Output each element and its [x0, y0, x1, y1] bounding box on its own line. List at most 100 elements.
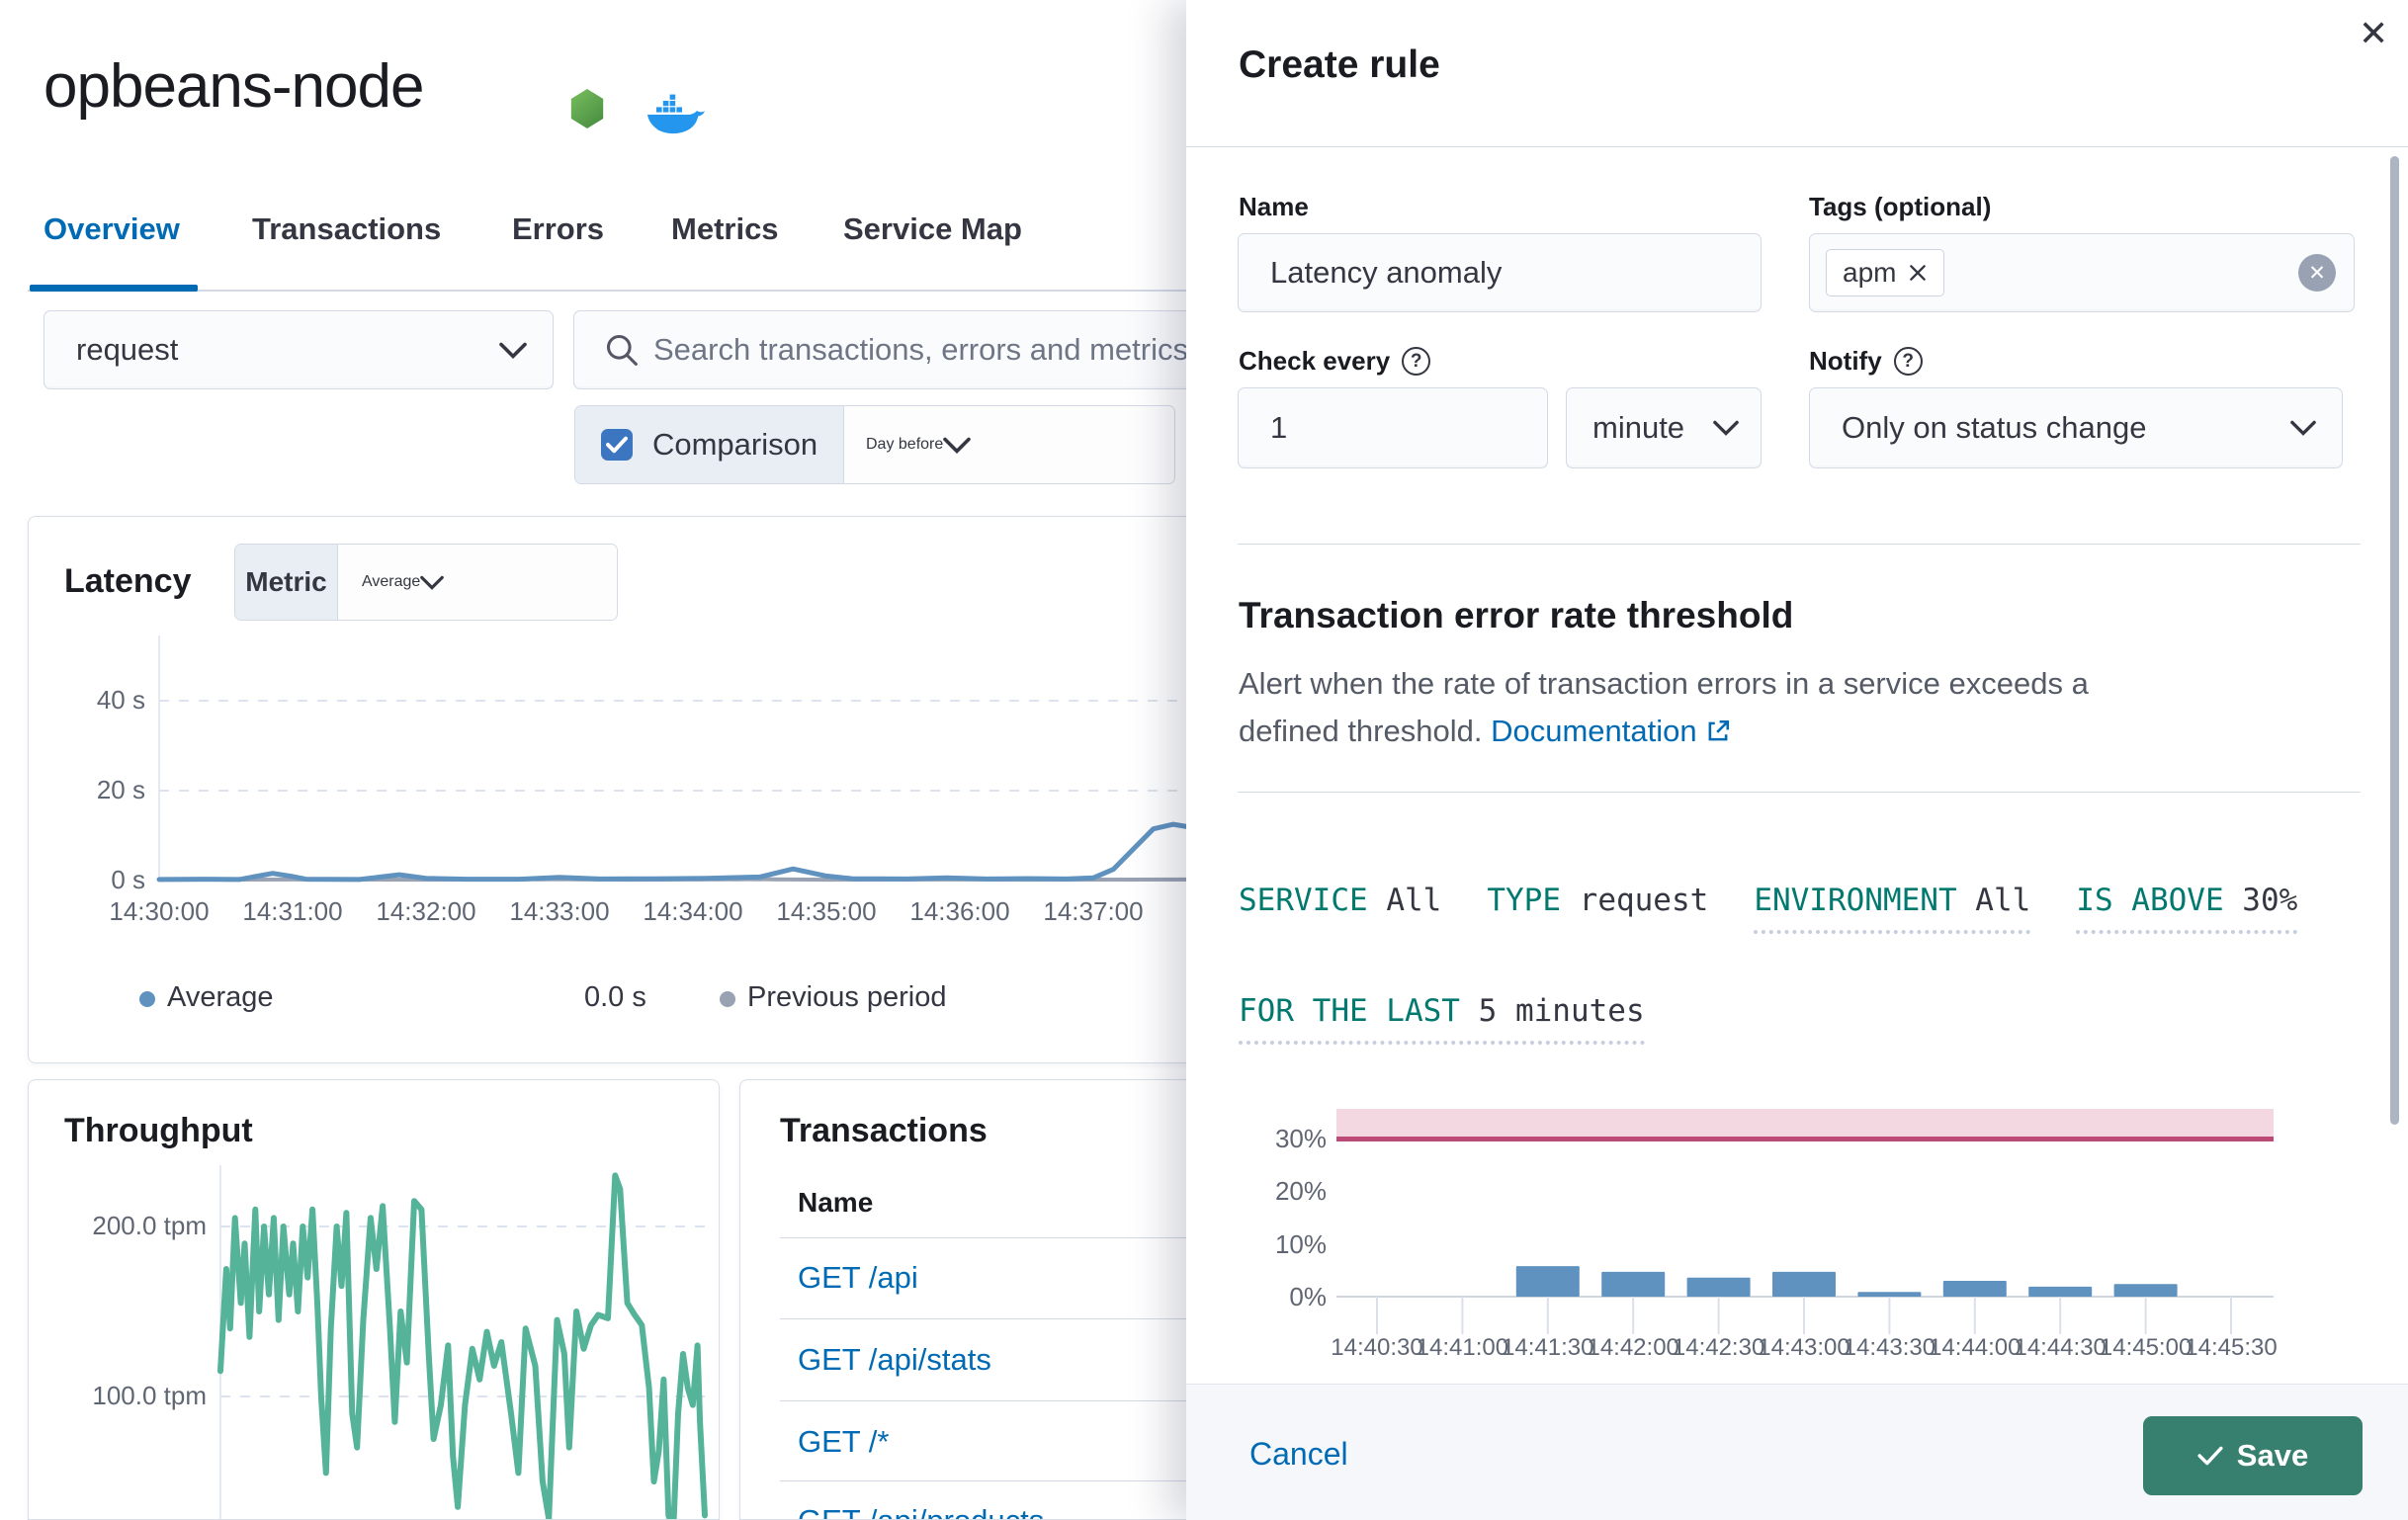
comparison-toggle[interactable]: Comparison	[575, 406, 844, 483]
page-title: opbeans-node	[43, 51, 423, 122]
x-axis-tick-label: 14:31:00	[233, 896, 352, 927]
check-icon	[2197, 1445, 2223, 1467]
error-rate-bar	[1857, 1292, 1921, 1297]
x-axis-tick-label: 14:41:00	[1408, 1334, 1516, 1362]
y-axis-tick-label: 200.0 tpm	[39, 1211, 207, 1241]
tab-overview[interactable]: Overview	[43, 211, 180, 247]
x-axis-tick-label: 14:34:00	[634, 896, 752, 927]
transactions-panel: Transactions Name GET /api GET /api/stat…	[739, 1079, 1216, 1520]
x-axis-tick-label: 14:43:30	[1835, 1334, 1943, 1362]
y-axis-tick-label: 40 s	[58, 685, 145, 716]
error-rate-bar	[1516, 1266, 1580, 1297]
row-separator	[780, 1400, 1216, 1401]
check-every-unit-select[interactable]: minute	[1566, 387, 1762, 468]
help-icon[interactable]: ?	[1402, 347, 1430, 376]
x-axis-tick-label: 14:44:30	[2006, 1334, 2114, 1362]
row-separator	[780, 1237, 1216, 1238]
notify-value: Only on status change	[1810, 410, 2290, 446]
save-button-label: Save	[2237, 1438, 2308, 1474]
legend-label-average[interactable]: Average	[167, 981, 274, 1014]
transactions-column-header-name[interactable]: Name	[798, 1187, 873, 1219]
x-axis-tick-label: 14:40:30	[1323, 1334, 1431, 1362]
legend-label-previous-period[interactable]: Previous period	[747, 981, 947, 1014]
check-every-input[interactable]	[1239, 410, 1547, 446]
tags-field-label: Tags (optional)	[1809, 192, 1991, 222]
x-axis-tick-label: 14:32:00	[367, 896, 485, 927]
tags-combobox[interactable]: apm ✕	[1809, 233, 2355, 312]
y-axis-tick-label: 100.0 tpm	[39, 1381, 207, 1411]
x-axis-tick-label: 14:45:00	[2092, 1334, 2200, 1362]
expression-for-the-last[interactable]: FOR THE LAST 5 minutes	[1239, 993, 1645, 1045]
row-separator	[780, 1480, 1216, 1481]
legend-dot-previous-period	[720, 991, 735, 1007]
transaction-type-select[interactable]: request	[43, 310, 554, 389]
transaction-link[interactable]: GET /api	[798, 1260, 918, 1296]
latency-panel: Latency Metric Average Average 0.0 s Pre…	[28, 516, 1216, 1063]
active-tab-underline	[30, 285, 198, 292]
expression-is-above[interactable]: IS ABOVE 30%	[2076, 883, 2297, 934]
error-rate-preview-chart	[1238, 1087, 2325, 1336]
search-icon	[604, 332, 640, 368]
search-input[interactable]	[640, 332, 1215, 368]
name-field-label: Name	[1239, 192, 1309, 222]
search-bar[interactable]	[573, 310, 1216, 389]
transaction-link[interactable]: GET /api/products	[798, 1503, 1044, 1520]
tag-pill[interactable]: apm	[1826, 249, 1944, 296]
cancel-button[interactable]: Cancel	[1249, 1436, 1348, 1473]
transaction-link[interactable]: GET /*	[798, 1424, 889, 1460]
flyout-footer: Cancel Save	[1186, 1384, 2408, 1520]
x-axis-tick-label: 14:35:00	[767, 896, 886, 927]
tab-metrics[interactable]: Metrics	[671, 211, 779, 247]
x-axis-tick-label: 14:30:00	[100, 896, 218, 927]
error-rate-bar	[2114, 1284, 2178, 1297]
rule-name-field[interactable]	[1238, 233, 1762, 312]
row-separator	[780, 1318, 1216, 1319]
flyout-title: Create rule	[1239, 43, 1440, 87]
x-axis-tick-label: 14:44:00	[1921, 1334, 2029, 1362]
tab-errors[interactable]: Errors	[512, 211, 604, 247]
clear-tags-button[interactable]: ✕	[2298, 254, 2336, 292]
check-every-field[interactable]	[1238, 387, 1548, 468]
expression-service: SERVICE All	[1239, 883, 1441, 934]
comparison-label: Comparison	[652, 427, 817, 463]
expression-environment[interactable]: ENVIRONMENT All	[1754, 883, 2030, 934]
x-axis-tick-label: 14:36:00	[901, 896, 1019, 927]
expression-caption: SERVICE	[1239, 883, 1368, 918]
comparison-period-select[interactable]: Day before	[844, 406, 1174, 483]
close-icon[interactable]: ✕	[2359, 16, 2388, 51]
tab-service-map[interactable]: Service Map	[843, 211, 1022, 247]
apm-service-overview-screen: opbeans-node Overview Transactions Error…	[0, 0, 2408, 1520]
error-rate-bar	[1687, 1278, 1751, 1297]
transaction-link[interactable]: GET /api/stats	[798, 1342, 991, 1378]
flyout-scrollbar[interactable]	[2390, 156, 2399, 1125]
save-button[interactable]: Save	[2143, 1416, 2363, 1495]
x-axis-tick-label: 14:33:00	[500, 896, 619, 927]
error-rate-bar	[1943, 1281, 2007, 1297]
documentation-link[interactable]: Documentation	[1491, 714, 1731, 748]
expression-caption: ENVIRONMENT	[1754, 883, 1956, 918]
x-axis-tick-label: 14:37:00	[1034, 896, 1153, 927]
remove-tag-icon[interactable]	[1908, 263, 1928, 283]
rule-name-input[interactable]	[1239, 255, 1761, 291]
expression-caption: TYPE	[1487, 883, 1561, 918]
legend-value-average: 0.0 s	[584, 981, 646, 1014]
comparison-checkbox[interactable]	[601, 429, 633, 461]
notify-label-text: Notify	[1809, 346, 1882, 377]
section-divider	[1238, 792, 2361, 793]
chevron-down-icon	[1713, 420, 1739, 436]
tab-transactions[interactable]: Transactions	[252, 211, 441, 247]
docker-icon	[646, 93, 708, 136]
help-icon[interactable]: ?	[1894, 347, 1923, 376]
error-rate-bar	[1772, 1272, 1836, 1297]
tabs-bottom-border	[28, 290, 1216, 292]
nodejs-icon	[569, 89, 605, 128]
x-axis-tick-label: 14:42:30	[1665, 1334, 1773, 1362]
notify-select[interactable]: Only on status change	[1809, 387, 2343, 468]
create-rule-flyout: Create rule ✕ Name Tags (optional) apm ✕…	[1186, 0, 2408, 1520]
check-every-unit-value: minute	[1567, 410, 1713, 446]
expression-value: All	[1975, 883, 2030, 918]
rule-type-title: Transaction error rate threshold	[1239, 595, 1793, 636]
throughput-panel: Throughput 200.0 tpm100.0 tpm	[28, 1079, 720, 1520]
notify-label: Notify ?	[1809, 346, 1923, 377]
expression-type: TYPE request	[1487, 883, 1708, 934]
